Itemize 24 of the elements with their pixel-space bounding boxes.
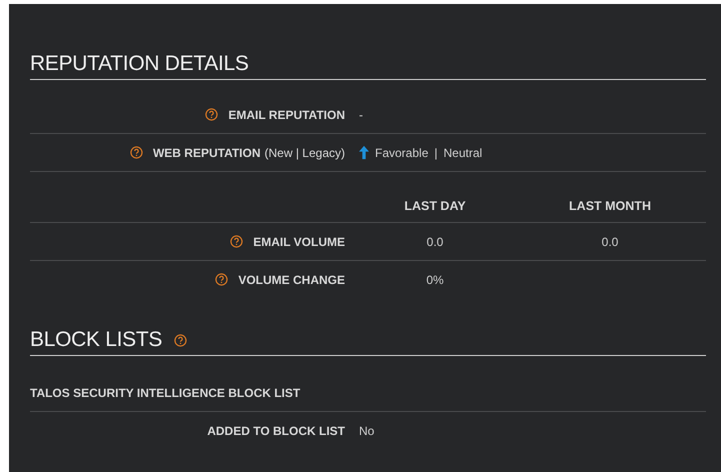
column-header: LAST DAY [403, 199, 467, 213]
table-cell: 0.0 [426, 234, 444, 248]
table-cell: 0% [426, 272, 444, 286]
help-icon[interactable] [215, 273, 228, 286]
field-label: EMAIL VOLUME [253, 234, 345, 248]
field-label: VOLUME CHANGE [238, 272, 345, 286]
field-label: ADDED TO BLOCK LIST [207, 424, 345, 438]
field-value: | [434, 146, 438, 160]
field-value: Favorable [375, 146, 428, 160]
field-value: Neutral [444, 146, 482, 160]
help-icon[interactable] [230, 235, 244, 248]
table-cell: 0.0 [602, 234, 618, 248]
field-value: - [359, 108, 363, 122]
list-title: TALOS SECURITY INTELLIGENCE BLOCK LIST [30, 386, 300, 400]
help-icon[interactable] [205, 108, 218, 121]
help-icon[interactable] [174, 334, 188, 346]
column-header: LAST MONTH [568, 199, 652, 213]
field-value: No [359, 424, 374, 438]
section-heading: REPUTATION DETAILS [30, 52, 249, 76]
field-label: WEB REPUTATION [152, 146, 261, 160]
field-note: (New | Legacy) [264, 146, 345, 160]
section-heading: BLOCK LISTS [30, 328, 162, 352]
field-label: EMAIL REPUTATION [228, 108, 345, 122]
help-icon[interactable] [130, 146, 143, 159]
